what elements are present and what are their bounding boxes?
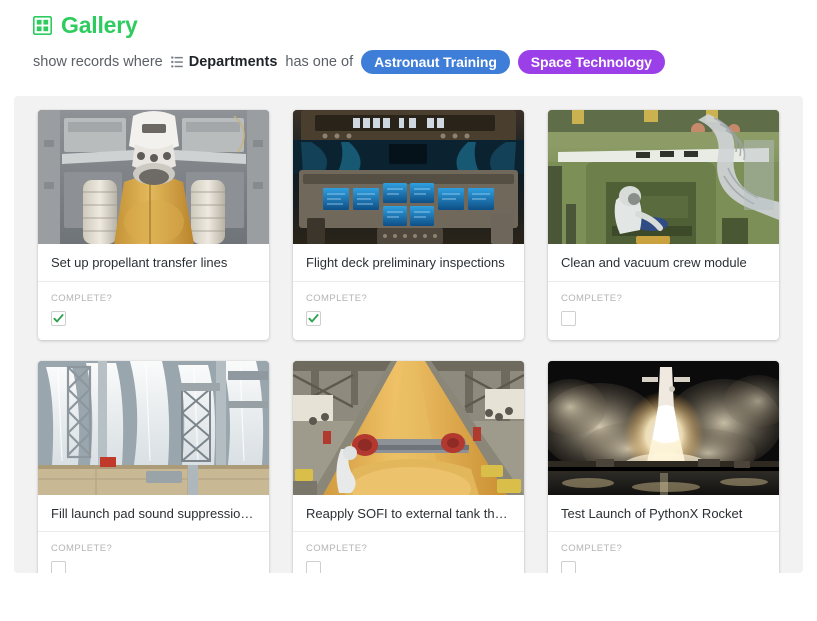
field-label: COMPLETE? xyxy=(561,543,623,555)
filter-value-pill-space-technology[interactable]: Space Technology xyxy=(517,50,665,74)
field-label: COMPLETE? xyxy=(306,543,368,555)
field-label: COMPLETE? xyxy=(306,292,368,304)
gallery-container: Set up propellant transfer lines COMPLET… xyxy=(14,96,803,573)
card-title: Set up propellant transfer lines xyxy=(38,244,269,282)
field-label: COMPLETE? xyxy=(561,292,623,304)
page-title: Gallery xyxy=(61,12,138,38)
filter-prefix-label: show records where xyxy=(33,54,163,70)
field-label: COMPLETE? xyxy=(51,292,113,304)
gallery-row: Set up propellant transfer lines COMPLET… xyxy=(14,110,803,340)
card-field-complete: COMPLETE? xyxy=(548,532,779,573)
complete-checkbox[interactable] xyxy=(51,561,66,573)
field-label: COMPLETE? xyxy=(51,543,113,555)
gallery-card[interactable]: Test Launch of PythonX Rocket COMPLETE? xyxy=(548,360,779,573)
card-field-complete: COMPLETE? xyxy=(293,282,524,340)
complete-checkbox[interactable] xyxy=(561,310,576,326)
filter-value-pill-astronaut-training[interactable]: Astronaut Training xyxy=(361,50,510,74)
card-thumbnail-launch-pad-water-deluge[interactable] xyxy=(38,360,269,495)
gallery-card[interactable]: Fill launch pad sound suppression … COMP… xyxy=(38,360,269,573)
card-title: Fill launch pad sound suppression … xyxy=(38,495,269,533)
complete-checkbox[interactable] xyxy=(306,561,321,573)
complete-checkbox[interactable] xyxy=(561,561,576,573)
complete-checkbox[interactable] xyxy=(51,310,66,326)
card-field-complete: COMPLETE? xyxy=(38,532,269,573)
card-title: Flight deck preliminary inspections xyxy=(293,244,524,282)
grid-icon xyxy=(33,16,52,35)
card-title: Reapply SOFI to external tank ther… xyxy=(293,495,524,533)
card-field-complete: COMPLETE? xyxy=(38,282,269,340)
multiselect-icon xyxy=(170,56,183,68)
gallery-card[interactable]: Set up propellant transfer lines COMPLET… xyxy=(38,110,269,340)
card-field-complete: COMPLETE? xyxy=(548,282,779,340)
card-thumbnail-crew-module-interior-technician[interactable] xyxy=(548,110,779,244)
card-thumbnail-shuttle-flight-deck-cockpit[interactable] xyxy=(293,110,524,244)
view-header: Gallery xyxy=(0,0,817,37)
card-thumbnail-external-tank-foam-hangar[interactable] xyxy=(293,360,524,495)
gallery-card[interactable]: Flight deck preliminary inspections COMP… xyxy=(293,110,524,340)
card-thumbnail-night-rocket-launch[interactable] xyxy=(548,360,779,495)
filter-bar: show records where Departments has one o… xyxy=(0,50,817,74)
gallery-card[interactable]: Clean and vacuum crew module COMPLETE? xyxy=(548,110,779,340)
card-title: Clean and vacuum crew module xyxy=(548,244,779,282)
filter-operator-label: has one of xyxy=(285,54,354,70)
complete-checkbox[interactable] xyxy=(306,310,321,326)
filter-field-name: Departments xyxy=(188,54,278,70)
filter-field[interactable]: Departments xyxy=(170,54,278,70)
card-title: Test Launch of PythonX Rocket xyxy=(548,495,779,533)
card-field-complete: COMPLETE? xyxy=(293,532,524,573)
gallery-card[interactable]: Reapply SOFI to external tank ther… COMP… xyxy=(293,360,524,573)
card-thumbnail-space-shuttle-on-launch-pad-aerial[interactable] xyxy=(38,110,269,244)
gallery-row: Fill launch pad sound suppression … COMP… xyxy=(14,360,803,573)
